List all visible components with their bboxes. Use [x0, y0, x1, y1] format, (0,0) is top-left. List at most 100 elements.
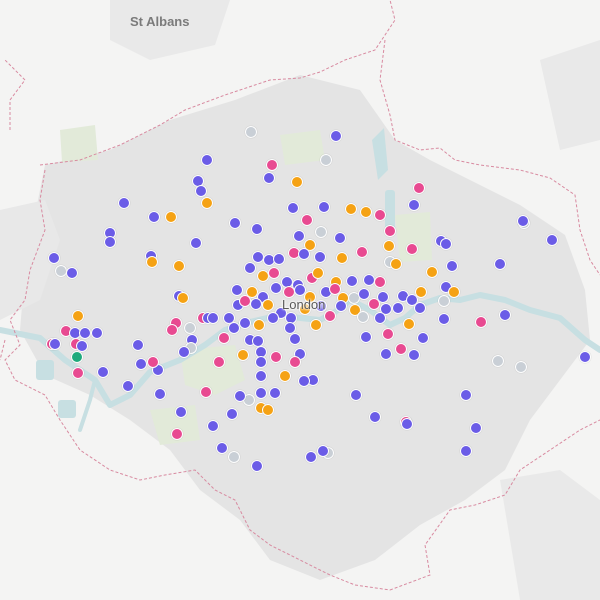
map-marker[interactable] — [268, 267, 280, 279]
map-marker[interactable] — [291, 176, 303, 188]
map-marker[interactable] — [154, 388, 166, 400]
map-marker[interactable] — [251, 223, 263, 235]
map-marker[interactable] — [305, 451, 317, 463]
map-marker[interactable] — [122, 380, 134, 392]
map-marker[interactable] — [190, 237, 202, 249]
map-marker[interactable] — [165, 211, 177, 223]
map-marker[interactable] — [406, 243, 418, 255]
map-marker[interactable] — [426, 266, 438, 278]
map-marker[interactable] — [494, 258, 506, 270]
map-marker[interactable] — [317, 445, 329, 457]
map-marker[interactable] — [66, 267, 78, 279]
map-marker[interactable] — [293, 230, 305, 242]
map-marker[interactable] — [226, 408, 238, 420]
map-marker[interactable] — [195, 185, 207, 197]
map-marker[interactable] — [228, 451, 240, 463]
map-marker[interactable] — [184, 322, 196, 334]
map-marker[interactable] — [239, 317, 251, 329]
map-marker[interactable] — [178, 346, 190, 358]
map-marker[interactable] — [270, 351, 282, 363]
map-marker[interactable] — [97, 366, 109, 378]
map-marker[interactable] — [310, 319, 322, 331]
map-marker[interactable] — [438, 295, 450, 307]
map-marker[interactable] — [324, 310, 336, 322]
map-marker[interactable] — [374, 312, 386, 324]
map-marker[interactable] — [171, 428, 183, 440]
map-marker[interactable] — [315, 300, 327, 312]
map-marker[interactable] — [237, 349, 249, 361]
map-marker[interactable] — [218, 332, 230, 344]
map-marker[interactable] — [475, 316, 487, 328]
map-marker[interactable] — [320, 154, 332, 166]
map-marker[interactable] — [251, 460, 263, 472]
map-marker[interactable] — [330, 130, 342, 142]
map-marker[interactable] — [448, 286, 460, 298]
map-marker[interactable] — [216, 442, 228, 454]
map-marker[interactable] — [499, 309, 511, 321]
map-marker[interactable] — [255, 387, 267, 399]
map-marker[interactable] — [201, 197, 213, 209]
map-marker[interactable] — [358, 288, 370, 300]
map-marker[interactable] — [360, 331, 372, 343]
map-marker[interactable] — [408, 349, 420, 361]
map-marker[interactable] — [146, 256, 158, 268]
map-marker[interactable] — [460, 445, 472, 457]
map-marker[interactable] — [438, 313, 450, 325]
map-marker[interactable] — [269, 387, 281, 399]
map-marker[interactable] — [413, 182, 425, 194]
map-marker[interactable] — [368, 298, 380, 310]
map-marker[interactable] — [301, 214, 313, 226]
map-marker[interactable] — [299, 303, 311, 315]
map-marker[interactable] — [273, 253, 285, 265]
map-marker[interactable] — [356, 246, 368, 258]
map-marker[interactable] — [298, 248, 310, 260]
map-marker[interactable] — [213, 356, 225, 368]
map-marker[interactable] — [132, 339, 144, 351]
map-marker[interactable] — [147, 356, 159, 368]
map-marker[interactable] — [166, 324, 178, 336]
map-marker[interactable] — [415, 286, 427, 298]
map-marker[interactable] — [374, 209, 386, 221]
map-marker[interactable] — [231, 284, 243, 296]
map-marker[interactable] — [369, 411, 381, 423]
map-marker[interactable] — [360, 206, 372, 218]
map-marker[interactable] — [48, 252, 60, 264]
map-marker[interactable] — [334, 232, 346, 244]
map-marker[interactable] — [201, 154, 213, 166]
map-marker[interactable] — [314, 251, 326, 263]
map-marker[interactable] — [403, 318, 415, 330]
map-marker[interactable] — [492, 355, 504, 367]
map-marker[interactable] — [350, 389, 362, 401]
map-marker[interactable] — [173, 260, 185, 272]
map-marker[interactable] — [515, 361, 527, 373]
map-marker[interactable] — [71, 351, 83, 363]
map-marker[interactable] — [79, 327, 91, 339]
map-marker[interactable] — [383, 240, 395, 252]
map-marker[interactable] — [470, 422, 482, 434]
map-marker[interactable] — [250, 298, 262, 310]
map-marker[interactable] — [49, 338, 61, 350]
map-marker[interactable] — [414, 302, 426, 314]
map-marker[interactable] — [255, 356, 267, 368]
map-marker[interactable] — [104, 236, 116, 248]
map-marker[interactable] — [579, 351, 591, 363]
map-marker[interactable] — [279, 370, 291, 382]
map-marker[interactable] — [253, 319, 265, 331]
map-marker[interactable] — [255, 370, 267, 382]
map-marker[interactable] — [298, 375, 310, 387]
map-marker[interactable] — [234, 390, 246, 402]
map-marker[interactable] — [244, 262, 256, 274]
map-marker[interactable] — [336, 252, 348, 264]
map-marker[interactable] — [135, 358, 147, 370]
map-marker[interactable] — [289, 333, 301, 345]
map-marker[interactable] — [408, 199, 420, 211]
map-marker[interactable] — [546, 234, 558, 246]
map-marker[interactable] — [417, 332, 429, 344]
map-marker[interactable] — [315, 226, 327, 238]
map-marker[interactable] — [401, 418, 413, 430]
map-marker[interactable] — [446, 260, 458, 272]
map-marker[interactable] — [440, 238, 452, 250]
map-marker[interactable] — [289, 356, 301, 368]
map-marker[interactable] — [148, 211, 160, 223]
map-marker[interactable] — [392, 302, 404, 314]
